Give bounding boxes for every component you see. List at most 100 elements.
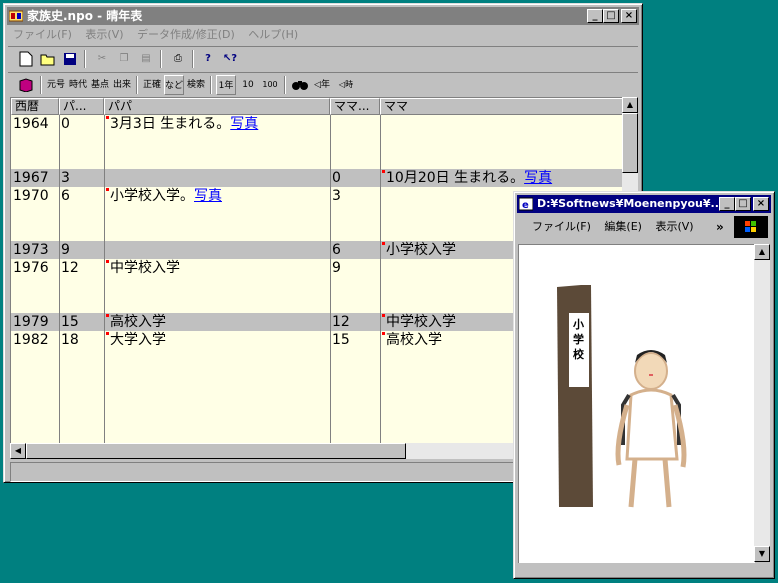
papa-cell: 小学校入学。写真 [106,187,222,205]
search-icon[interactable]: 検索 [186,75,206,95]
browser-menubar: ファイル(F) 編集(E) 表示(V) [520,218,699,236]
grid-line [59,115,60,444]
event-marker-icon [382,314,385,317]
save-icon[interactable] [60,49,80,69]
mama-age-cell-text: 15 [332,332,350,348]
year-cell-text: 1970 [13,188,49,204]
event-marker-icon [106,116,109,119]
photo-link[interactable]: 写真 [194,188,222,204]
toolbar-separator [160,50,162,68]
print-icon[interactable]: ⎙ [168,49,188,69]
browser-minimize-button[interactable]: _ [719,197,735,211]
main-titlebar[interactable]: 家族史.npo - 晴年表 _ □ × [7,7,639,25]
context-help-icon[interactable]: ↖? [220,49,240,69]
mama-age-cell: 15 [332,331,350,349]
mama-cell: 小学校入学 [382,241,456,259]
one-year-icon[interactable]: 1年 [216,75,236,95]
event-marker-icon [106,188,109,191]
table-row[interactable]: 1967 3 0 10月20日 生まれる。写真 [11,169,623,187]
copy-icon[interactable]: ❐ [114,49,134,69]
app-icon[interactable] [8,9,24,23]
browser-menu-file[interactable]: ファイル(F) [520,218,596,236]
scroll-left-button[interactable]: ◀ [10,443,26,459]
prev-year-icon[interactable]: ◁年 [312,75,332,95]
menu-view[interactable]: 表示(V) [80,26,128,44]
svg-text:e: e [522,200,529,211]
open-folder-icon[interactable] [38,49,58,69]
scroll-up-button[interactable]: ▲ [622,97,638,113]
cut-icon[interactable]: ✂ [92,49,112,69]
next-era-icon[interactable]: ◁時代 [336,75,356,109]
paste-icon[interactable]: ▤ [136,49,156,69]
photo-link[interactable]: 写真 [230,116,258,132]
menu-help[interactable]: ヘルプ(H) [243,26,303,44]
main-menubar: ファイル(F) 表示(V) データ作成/修正(D) ヘルプ(H) [8,26,303,44]
help-icon[interactable]: ? [198,49,218,69]
browser-maximize-button[interactable]: □ [735,197,751,211]
column-header-papa-age[interactable]: パ... [59,98,104,115]
new-file-icon[interactable] [16,49,36,69]
scroll-thumb[interactable] [622,113,638,173]
event-icon[interactable]: 出来 [112,75,132,95]
mama-age-cell-text: 9 [332,260,341,276]
era-icon[interactable]: 元号 [46,75,66,95]
ie-icon[interactable]: e [518,197,534,211]
mama-age-cell: 3 [332,187,341,205]
time-icon[interactable]: 時代 [68,75,88,95]
event-marker-icon [382,242,385,245]
year-cell: 1964 [13,115,49,133]
browser-window: e D:¥Softnews¥Moenenpyou¥... _ □ × ファイル(… [513,191,775,579]
grid-line [104,115,105,444]
papa-age-cell-text: 12 [61,260,79,276]
column-header-year[interactable]: 西暦 [11,98,59,115]
event-marker-icon [106,314,109,317]
ten-year-icon[interactable]: 10年 [238,75,258,110]
minimize-button[interactable]: _ [587,9,603,23]
papa-age-cell: 3 [61,169,70,187]
correct-icon[interactable]: 正確 [142,75,162,95]
papa-cell: 中学校入学 [106,259,180,277]
column-header-mama-age[interactable]: ママ... [330,98,380,115]
chevron-more-icon[interactable]: » [716,218,724,236]
browser-menu-edit[interactable]: 編集(E) [599,218,647,236]
browser-close-button[interactable]: × [753,197,769,211]
mama-cell: 高校入学 [382,331,442,349]
mama-cell-text: 10月20日 生まれる。 [386,170,525,186]
year-cell: 1967 [13,169,49,187]
column-header-papa[interactable]: パパ [104,98,330,115]
year-sort-icon[interactable]: 基点 [90,75,110,95]
mama-age-cell-text: 0 [332,170,341,186]
toolbar-separator [210,76,212,94]
about-icon[interactable]: など [164,75,184,95]
table-row[interactable]: 1964 0 3月3日 生まれる。写真 [11,115,623,169]
main-title: 家族史.npo - 晴年表 [27,9,143,23]
menu-data[interactable]: データ作成/修正(D) [132,26,240,44]
binoculars-icon[interactable] [290,75,310,95]
year-cell-text: 1964 [13,116,49,132]
papa-cell-text: 3月3日 生まれる。 [110,116,231,132]
book-icon[interactable] [16,75,36,95]
menu-file[interactable]: ファイル(F) [8,26,77,44]
papa-age-cell-text: 9 [61,242,70,258]
papa-cell-text: 大学入学 [110,332,166,348]
photo-link[interactable]: 写真 [524,170,552,186]
papa-cell: 高校入学 [106,313,166,331]
browser-menu-view[interactable]: 表示(V) [650,218,698,236]
close-button[interactable]: × [621,9,637,23]
papa-age-cell: 0 [61,115,70,133]
browser-scroll-up-button[interactable]: ▲ [754,244,770,260]
child-photo-drawing [557,285,687,508]
maximize-button[interactable]: □ [603,9,619,23]
browser-scroll-down-button[interactable]: ▼ [754,546,770,562]
windows-logo-icon [734,216,768,238]
browser-vertical-scrollbar[interactable]: ▲ ▼ [754,244,770,562]
browser-titlebar[interactable]: e D:¥Softnews¥Moenenpyou¥... _ □ × [517,195,771,213]
toolbar-separator [192,50,194,68]
papa-age-cell: 9 [61,241,70,259]
event-marker-icon [382,170,385,173]
mama-age-cell: 12 [332,313,350,331]
year-cell: 1970 [13,187,49,205]
hundred-year-icon[interactable]: 100年 [260,75,280,109]
horizontal-scroll-thumb[interactable] [26,443,406,459]
column-header-mama[interactable]: ママ [380,98,623,115]
